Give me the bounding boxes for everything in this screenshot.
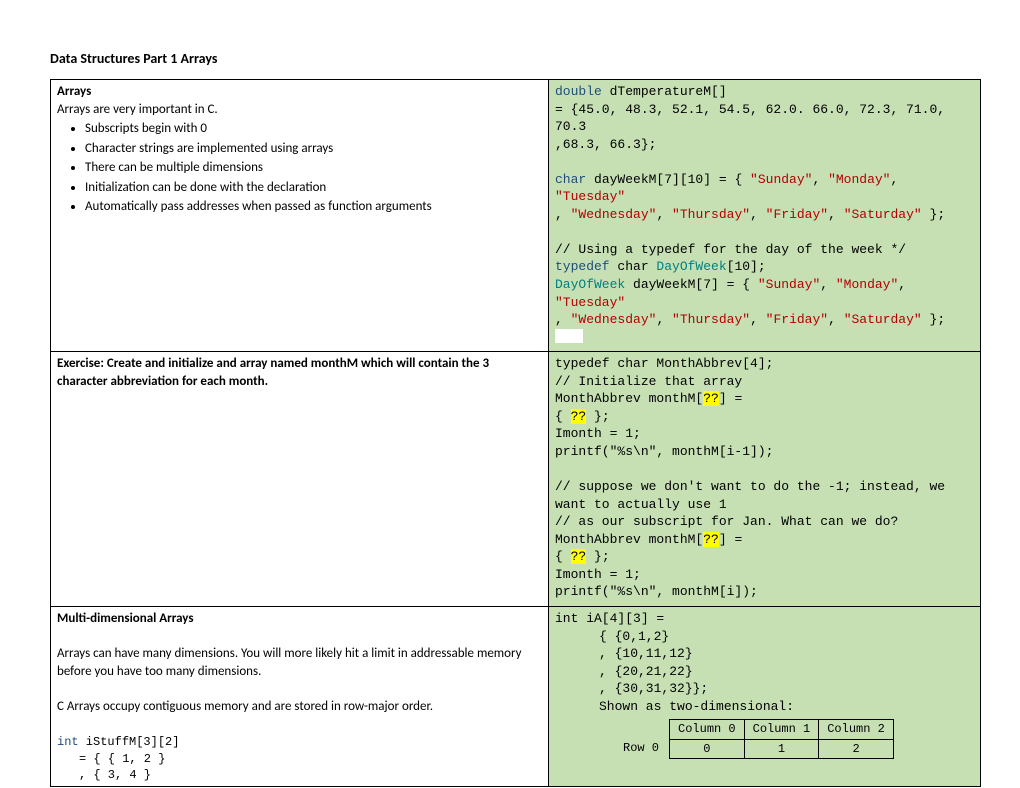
row3-right: int iA[4][3] = { {0,1,2} , {10,11,12} , … (549, 607, 981, 787)
code-line: typedef char MonthAbbrev[4]; (555, 356, 773, 371)
cursor-block (555, 329, 583, 343)
code-line: // suppose we don't want to do the -1; i… (555, 479, 945, 512)
code-line: Imonth = 1; (555, 567, 641, 582)
row2-right: typedef char MonthAbbrev[4]; // Initiali… (549, 352, 981, 607)
bullet-2: Character strings are implemented using … (85, 140, 542, 158)
code-line: = { { 1, 2 } (57, 751, 542, 767)
code-line: int iA[4][3] = (555, 611, 664, 626)
arrays-heading: Arrays (57, 84, 91, 99)
cell-0-0: 0 (670, 739, 745, 758)
multi-heading: Multi-dimensional Arrays (57, 611, 194, 626)
code-line: , {30,31,32}}; (555, 680, 974, 698)
code-line: printf("%s\n", monthM[i-1]); (555, 444, 773, 459)
exercise-text: Exercise: Create and initialize and arra… (57, 356, 489, 389)
kw-char: char (555, 172, 586, 187)
kw-double: double (555, 84, 602, 99)
col-header-2: Column 2 (819, 720, 894, 739)
row3-left: Multi-dimensional Arrays Arrays can have… (51, 607, 549, 787)
content-table: Arrays Arrays are very important in C. S… (50, 79, 981, 787)
code-line: printf("%s\n", monthM[i]); (555, 584, 758, 599)
code-line: , {20,21,22} (555, 663, 974, 681)
code-line: Shown as two-dimensional: (555, 698, 974, 716)
row-header-0: Row 0 (615, 739, 670, 758)
row2-left: Exercise: Create and initialize and arra… (51, 352, 549, 607)
code-line: , {10,11,12} (555, 645, 974, 663)
cell-0-2: 2 (819, 739, 894, 758)
bullet-4: Initialization can be done with the decl… (85, 179, 542, 197)
row1-left: Arrays Arrays are very important in C. S… (51, 80, 549, 352)
kw-typedef: typedef (555, 259, 610, 274)
code-line: , { 3, 4 } (57, 767, 542, 783)
code-comment: // Using a typedef for the day of the we… (555, 242, 906, 257)
bullet-5: Automatically pass addresses when passed… (85, 198, 542, 216)
code-line: // as our subscript for Jan. What can we… (555, 514, 898, 529)
code-line: Imonth = 1; (555, 426, 641, 441)
cell-0-1: 1 (744, 739, 819, 758)
code-line: // Initialize that array (555, 374, 742, 389)
arrays-intro: Arrays are very important in C. (57, 102, 218, 117)
kw-int: int (57, 735, 79, 749)
bullet-1: Subscripts begin with 0 (85, 120, 542, 138)
code-line: = {45.0, 48.3, 52.1, 54.5, 62.0. 66.0, 7… (555, 102, 945, 135)
page: Data Structures Part 1 Arrays Arrays Arr… (0, 0, 1020, 788)
page-title: Data Structures Part 1 Arrays (50, 50, 980, 67)
code-line: { {0,1,2} (555, 628, 974, 646)
column-table: Column 0 Column 1 Column 2 Row 0 0 1 2 (615, 719, 894, 758)
arrays-bullets: Subscripts begin with 0 Character string… (85, 120, 542, 216)
bullet-3: There can be multiple dimensions (85, 159, 542, 177)
col-header-1: Column 1 (744, 720, 819, 739)
code-line: ,68.3, 66.3}; (555, 137, 656, 152)
multi-p2: C Arrays occupy contiguous memory and ar… (57, 699, 433, 714)
col-header-0: Column 0 (670, 720, 745, 739)
row1-right: double dTemperatureM[] = {45.0, 48.3, 52… (549, 80, 981, 352)
multi-p1: Arrays can have many dimensions. You wil… (57, 646, 522, 679)
